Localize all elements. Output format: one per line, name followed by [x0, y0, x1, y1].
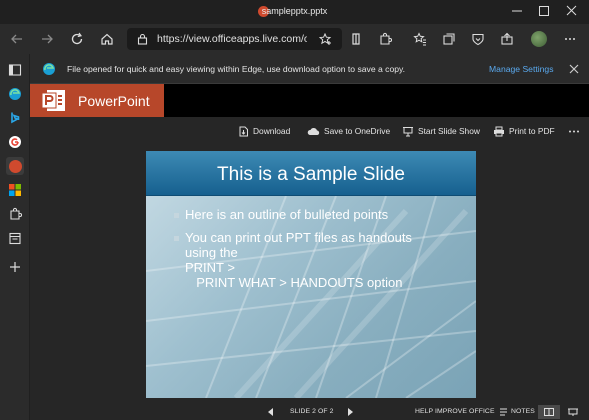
favorites-button[interactable]: [411, 30, 429, 48]
download-icon: [239, 126, 248, 136]
profile-button[interactable]: [530, 30, 548, 48]
sidebar-item-powerpoint[interactable]: [6, 157, 24, 175]
arrow-left-icon: [11, 34, 22, 44]
lock-icon: [137, 33, 148, 45]
settings-more-button[interactable]: [561, 30, 579, 48]
download-button[interactable]: Download: [238, 125, 290, 137]
window-titlebar: samplepptx.pptx: [0, 0, 589, 24]
share-icon: [501, 32, 513, 45]
bullet-marker: [174, 236, 179, 241]
close-window-button[interactable]: [563, 3, 581, 19]
window-title: samplepptx.pptx: [261, 6, 328, 16]
powerpoint-logo-icon: [42, 90, 65, 111]
slide-bullet-1: Here is an outline of bulleted points: [185, 207, 389, 222]
sidebar-add-button[interactable]: [6, 258, 24, 276]
download-label: Download: [253, 126, 291, 136]
slide-indicator: SLIDE 2 OF 2: [290, 408, 334, 415]
powerpoint-toolbar: Download Save to OneDrive Start Slide Sh…: [30, 117, 589, 144]
edge-info-bar: File opened for quick and easy viewing w…: [30, 54, 589, 84]
printer-icon: [494, 126, 504, 136]
browser-toolbar: https://view.officeapps.live.com/o...: [0, 24, 589, 54]
refresh-button[interactable]: [68, 30, 86, 48]
slide-title-bar: This is a Sample Slide: [146, 151, 476, 196]
collections-icon: [443, 33, 455, 45]
status-bar: SLIDE 2 OF 2 HELP IMPROVE OFFICE NOTES: [30, 404, 589, 420]
home-button[interactable]: [98, 30, 116, 48]
slide[interactable]: This is a Sample Slide Here is an outlin…: [146, 151, 476, 398]
more-horizontal-icon: [569, 130, 579, 132]
reading-view-button[interactable]: [538, 405, 560, 419]
tab-actions-button[interactable]: [6, 61, 24, 79]
slide-bullet-2-line-2: using the: [185, 245, 238, 260]
previous-slide-button[interactable]: [267, 408, 274, 416]
arrow-right-icon: [42, 34, 53, 44]
sidebar-item-microsoft[interactable]: [6, 181, 24, 199]
avatar: [531, 31, 547, 47]
edge-icon: [9, 88, 21, 100]
refresh-icon: [71, 32, 83, 45]
puzzle-icon: [380, 32, 392, 45]
start-slide-show-label: Start Slide Show: [418, 126, 480, 136]
browser-essentials-button[interactable]: [469, 30, 487, 48]
print-to-pdf-button[interactable]: Print to PDF: [493, 125, 555, 137]
info-message: File opened for quick and easy viewing w…: [67, 64, 406, 74]
manage-settings-link[interactable]: Manage Settings: [489, 64, 554, 74]
slideshow-view-icon[interactable]: [568, 408, 578, 416]
save-to-onedrive-label: Save to OneDrive: [324, 126, 391, 136]
plus-icon: [10, 262, 20, 272]
bing-icon: [11, 112, 20, 124]
print-to-pdf-label: Print to PDF: [509, 126, 555, 136]
forward-button[interactable]: [38, 30, 56, 48]
tab-actions-icon: [8, 64, 22, 76]
favorites-star-icon: [413, 32, 426, 46]
sidebar-item-calendar[interactable]: [6, 229, 24, 247]
extension-button[interactable]: [347, 30, 365, 48]
minimize-button[interactable]: [508, 3, 526, 19]
home-icon: [101, 33, 113, 45]
heart-shield-icon: [472, 33, 484, 46]
slide-stage: This is a Sample Slide Here is an outlin…: [30, 144, 589, 404]
puzzle-icon: [10, 207, 22, 220]
reading-view-icon: [544, 408, 554, 416]
start-slide-show-button[interactable]: Start Slide Show: [402, 125, 480, 137]
shield-icon: [352, 33, 360, 45]
powerpoint-tab-icon: [8, 159, 22, 173]
favorite-add-icon: [319, 33, 332, 45]
sidebar-item-bing[interactable]: [6, 109, 24, 127]
edge-icon: [43, 63, 55, 75]
cloud-icon: [307, 127, 320, 135]
save-to-onedrive-button[interactable]: Save to OneDrive: [307, 125, 390, 137]
url-text[interactable]: https://view.officeapps.live.com/o...: [157, 33, 307, 45]
close-icon[interactable]: [568, 63, 580, 75]
more-options-button[interactable]: [568, 125, 580, 137]
bullet-marker: [174, 213, 179, 218]
next-slide-button[interactable]: [347, 408, 354, 416]
address-bar[interactable]: https://view.officeapps.live.com/o...: [127, 28, 342, 50]
back-button[interactable]: [8, 30, 26, 48]
maximize-button[interactable]: [535, 3, 553, 19]
slideshow-icon: [403, 126, 413, 136]
share-button[interactable]: [498, 30, 516, 48]
powerpoint-brand-label: PowerPoint: [78, 93, 150, 109]
more-horizontal-icon: [565, 38, 575, 40]
help-improve-office-link[interactable]: HELP IMPROVE OFFICE: [415, 408, 495, 415]
powerpoint-header: PowerPoint: [30, 84, 589, 117]
sidebar-item-edge[interactable]: [6, 85, 24, 103]
slide-bullet-2-line-1: You can print out PPT files as handouts: [185, 230, 412, 245]
powerpoint-brand[interactable]: PowerPoint: [30, 84, 164, 117]
sidebar-item-google[interactable]: [6, 133, 24, 151]
notes-button[interactable]: NOTES: [511, 408, 535, 415]
google-icon: [9, 136, 21, 148]
sidebar-item-extensions[interactable]: [6, 205, 24, 223]
collections-button[interactable]: [440, 30, 458, 48]
slide-title: This is a Sample Slide: [217, 164, 405, 185]
slide-bullet-2-line-4: PRINT WHAT > HANDOUTS option: [189, 275, 403, 290]
slide-bullet-2-line-3: PRINT >: [185, 260, 235, 275]
extensions-button[interactable]: [376, 30, 394, 48]
calendar-icon: [9, 232, 21, 245]
vertical-tabs-sidebar: [0, 54, 30, 420]
notes-icon: [500, 408, 507, 416]
microsoft-icon: [9, 184, 21, 196]
